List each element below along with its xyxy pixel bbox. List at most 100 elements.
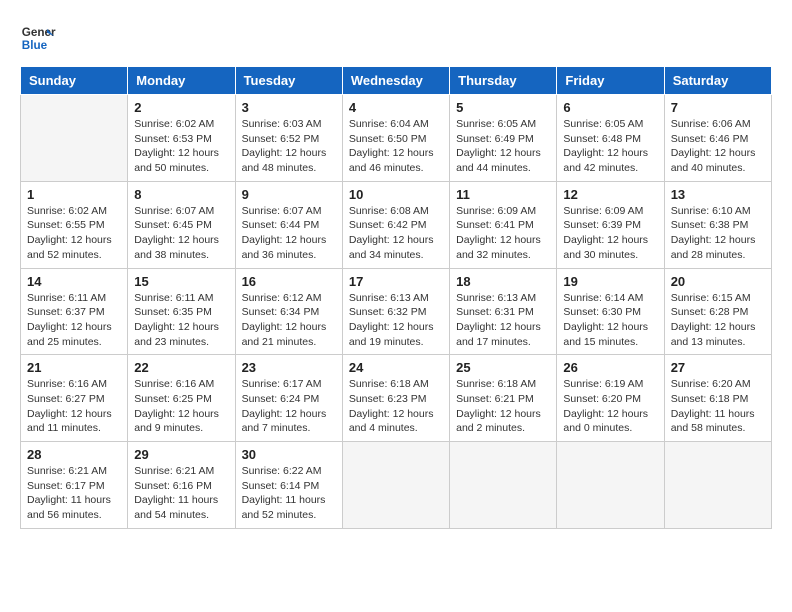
calendar-cell: 10 Sunrise: 6:08 AM Sunset: 6:42 PM Dayli… [342, 181, 449, 268]
day-number: 26 [563, 360, 657, 375]
day-number: 22 [134, 360, 228, 375]
day-info: Sunrise: 6:21 AM Sunset: 6:16 PM Dayligh… [134, 464, 228, 523]
day-info: Sunrise: 6:17 AM Sunset: 6:24 PM Dayligh… [242, 377, 336, 436]
day-number: 16 [242, 274, 336, 289]
day-number: 23 [242, 360, 336, 375]
day-number: 6 [563, 100, 657, 115]
calendar-cell: 17 Sunrise: 6:13 AM Sunset: 6:32 PM Dayli… [342, 268, 449, 355]
day-info: Sunrise: 6:02 AM Sunset: 6:55 PM Dayligh… [27, 204, 121, 263]
calendar-cell: 5 Sunrise: 6:05 AM Sunset: 6:49 PM Daylig… [450, 95, 557, 182]
calendar-cell [664, 442, 771, 529]
day-number: 8 [134, 187, 228, 202]
calendar-cell: 16 Sunrise: 6:12 AM Sunset: 6:34 PM Dayli… [235, 268, 342, 355]
day-number: 2 [134, 100, 228, 115]
day-number: 21 [27, 360, 121, 375]
calendar-cell: 1Sunrise: 6:02 AM Sunset: 6:55 PM Daylig… [21, 181, 128, 268]
calendar-cell [342, 442, 449, 529]
calendar-cell: 30 Sunrise: 6:22 AM Sunset: 6:14 PM Dayli… [235, 442, 342, 529]
day-number: 30 [242, 447, 336, 462]
weekday-thursday: Thursday [450, 67, 557, 95]
calendar-cell: 14Sunrise: 6:11 AM Sunset: 6:37 PM Dayli… [21, 268, 128, 355]
calendar-cell: 12Sunrise: 6:09 AM Sunset: 6:39 PM Dayli… [557, 181, 664, 268]
calendar-cell: 24Sunrise: 6:18 AM Sunset: 6:23 PM Dayli… [342, 355, 449, 442]
calendar-table: SundayMondayTuesdayWednesdayThursdayFrid… [20, 66, 772, 529]
calendar-cell: 25 Sunrise: 6:18 AM Sunset: 6:21 PM Dayli… [450, 355, 557, 442]
day-info: Sunrise: 6:09 AM Sunset: 6:39 PM Dayligh… [563, 204, 657, 263]
day-number: 25 [456, 360, 550, 375]
day-info: Sunrise: 6:09 AM Sunset: 6:41 PM Dayligh… [456, 204, 550, 263]
day-info: Sunrise: 6:05 AM Sunset: 6:49 PM Dayligh… [456, 117, 550, 176]
day-number: 9 [242, 187, 336, 202]
day-info: Sunrise: 6:16 AM Sunset: 6:25 PM Dayligh… [134, 377, 228, 436]
day-number: 5 [456, 100, 550, 115]
day-info: Sunrise: 6:03 AM Sunset: 6:52 PM Dayligh… [242, 117, 336, 176]
calendar-cell: 22 Sunrise: 6:16 AM Sunset: 6:25 PM Dayli… [128, 355, 235, 442]
calendar-cell: 29 Sunrise: 6:21 AM Sunset: 6:16 PM Dayli… [128, 442, 235, 529]
calendar-cell: 21 Sunrise: 6:16 AM Sunset: 6:27 PM Dayli… [21, 355, 128, 442]
weekday-saturday: Saturday [664, 67, 771, 95]
day-number: 13 [671, 187, 765, 202]
day-number: 20 [671, 274, 765, 289]
calendar-cell: 8Sunrise: 6:07 AM Sunset: 6:45 PM Daylig… [128, 181, 235, 268]
day-number: 14 [27, 274, 121, 289]
weekday-sunday: Sunday [21, 67, 128, 95]
day-info: Sunrise: 6:16 AM Sunset: 6:27 PM Dayligh… [27, 377, 121, 436]
calendar-cell: 7Sunrise: 6:06 AM Sunset: 6:46 PM Daylig… [664, 95, 771, 182]
calendar-cell: 3Sunrise: 6:03 AM Sunset: 6:52 PM Daylig… [235, 95, 342, 182]
page-header: General Blue [20, 20, 772, 56]
day-info: Sunrise: 6:13 AM Sunset: 6:32 PM Dayligh… [349, 291, 443, 350]
day-number: 11 [456, 187, 550, 202]
day-info: Sunrise: 6:05 AM Sunset: 6:48 PM Dayligh… [563, 117, 657, 176]
day-info: Sunrise: 6:07 AM Sunset: 6:44 PM Dayligh… [242, 204, 336, 263]
day-number: 7 [671, 100, 765, 115]
day-number: 15 [134, 274, 228, 289]
day-info: Sunrise: 6:04 AM Sunset: 6:50 PM Dayligh… [349, 117, 443, 176]
calendar-cell: 23 Sunrise: 6:17 AM Sunset: 6:24 PM Dayli… [235, 355, 342, 442]
calendar-cell: 4 Sunrise: 6:04 AM Sunset: 6:50 PM Daylig… [342, 95, 449, 182]
day-number: 4 [349, 100, 443, 115]
calendar-cell: 6 Sunrise: 6:05 AM Sunset: 6:48 PM Daylig… [557, 95, 664, 182]
weekday-wednesday: Wednesday [342, 67, 449, 95]
calendar-cell: 11 Sunrise: 6:09 AM Sunset: 6:41 PM Dayli… [450, 181, 557, 268]
calendar-cell [557, 442, 664, 529]
calendar-cell: 13 Sunrise: 6:10 AM Sunset: 6:38 PM Dayli… [664, 181, 771, 268]
weekday-header-row: SundayMondayTuesdayWednesdayThursdayFrid… [21, 67, 772, 95]
day-number: 18 [456, 274, 550, 289]
calendar-cell: 2 Sunrise: 6:02 AM Sunset: 6:53 PM Daylig… [128, 95, 235, 182]
calendar-cell: 15 Sunrise: 6:11 AM Sunset: 6:35 PM Dayli… [128, 268, 235, 355]
svg-text:Blue: Blue [22, 39, 48, 52]
day-info: Sunrise: 6:02 AM Sunset: 6:53 PM Dayligh… [134, 117, 228, 176]
day-info: Sunrise: 6:18 AM Sunset: 6:23 PM Dayligh… [349, 377, 443, 436]
day-info: Sunrise: 6:14 AM Sunset: 6:30 PM Dayligh… [563, 291, 657, 350]
svg-text:General: General [22, 26, 56, 39]
day-info: Sunrise: 6:11 AM Sunset: 6:35 PM Dayligh… [134, 291, 228, 350]
logo-icon: General Blue [20, 20, 56, 56]
day-number: 10 [349, 187, 443, 202]
day-info: Sunrise: 6:12 AM Sunset: 6:34 PM Dayligh… [242, 291, 336, 350]
day-number: 17 [349, 274, 443, 289]
calendar-cell: 27Sunrise: 6:20 AM Sunset: 6:18 PM Dayli… [664, 355, 771, 442]
weekday-tuesday: Tuesday [235, 67, 342, 95]
calendar-cell [21, 95, 128, 182]
calendar-week-2: 14Sunrise: 6:11 AM Sunset: 6:37 PM Dayli… [21, 268, 772, 355]
day-info: Sunrise: 6:08 AM Sunset: 6:42 PM Dayligh… [349, 204, 443, 263]
day-info: Sunrise: 6:22 AM Sunset: 6:14 PM Dayligh… [242, 464, 336, 523]
day-info: Sunrise: 6:21 AM Sunset: 6:17 PM Dayligh… [27, 464, 121, 523]
day-info: Sunrise: 6:15 AM Sunset: 6:28 PM Dayligh… [671, 291, 765, 350]
calendar-week-0: 2 Sunrise: 6:02 AM Sunset: 6:53 PM Daylig… [21, 95, 772, 182]
calendar-cell: 20 Sunrise: 6:15 AM Sunset: 6:28 PM Dayli… [664, 268, 771, 355]
day-number: 19 [563, 274, 657, 289]
calendar-cell: 19 Sunrise: 6:14 AM Sunset: 6:30 PM Dayli… [557, 268, 664, 355]
calendar-cell: 28 Sunrise: 6:21 AM Sunset: 6:17 PM Dayli… [21, 442, 128, 529]
day-number: 28 [27, 447, 121, 462]
calendar-cell: 26 Sunrise: 6:19 AM Sunset: 6:20 PM Dayli… [557, 355, 664, 442]
logo: General Blue [20, 20, 56, 56]
calendar-cell [450, 442, 557, 529]
day-info: Sunrise: 6:18 AM Sunset: 6:21 PM Dayligh… [456, 377, 550, 436]
calendar-week-4: 28 Sunrise: 6:21 AM Sunset: 6:17 PM Dayli… [21, 442, 772, 529]
day-number: 29 [134, 447, 228, 462]
day-info: Sunrise: 6:19 AM Sunset: 6:20 PM Dayligh… [563, 377, 657, 436]
weekday-monday: Monday [128, 67, 235, 95]
day-info: Sunrise: 6:13 AM Sunset: 6:31 PM Dayligh… [456, 291, 550, 350]
day-info: Sunrise: 6:10 AM Sunset: 6:38 PM Dayligh… [671, 204, 765, 263]
